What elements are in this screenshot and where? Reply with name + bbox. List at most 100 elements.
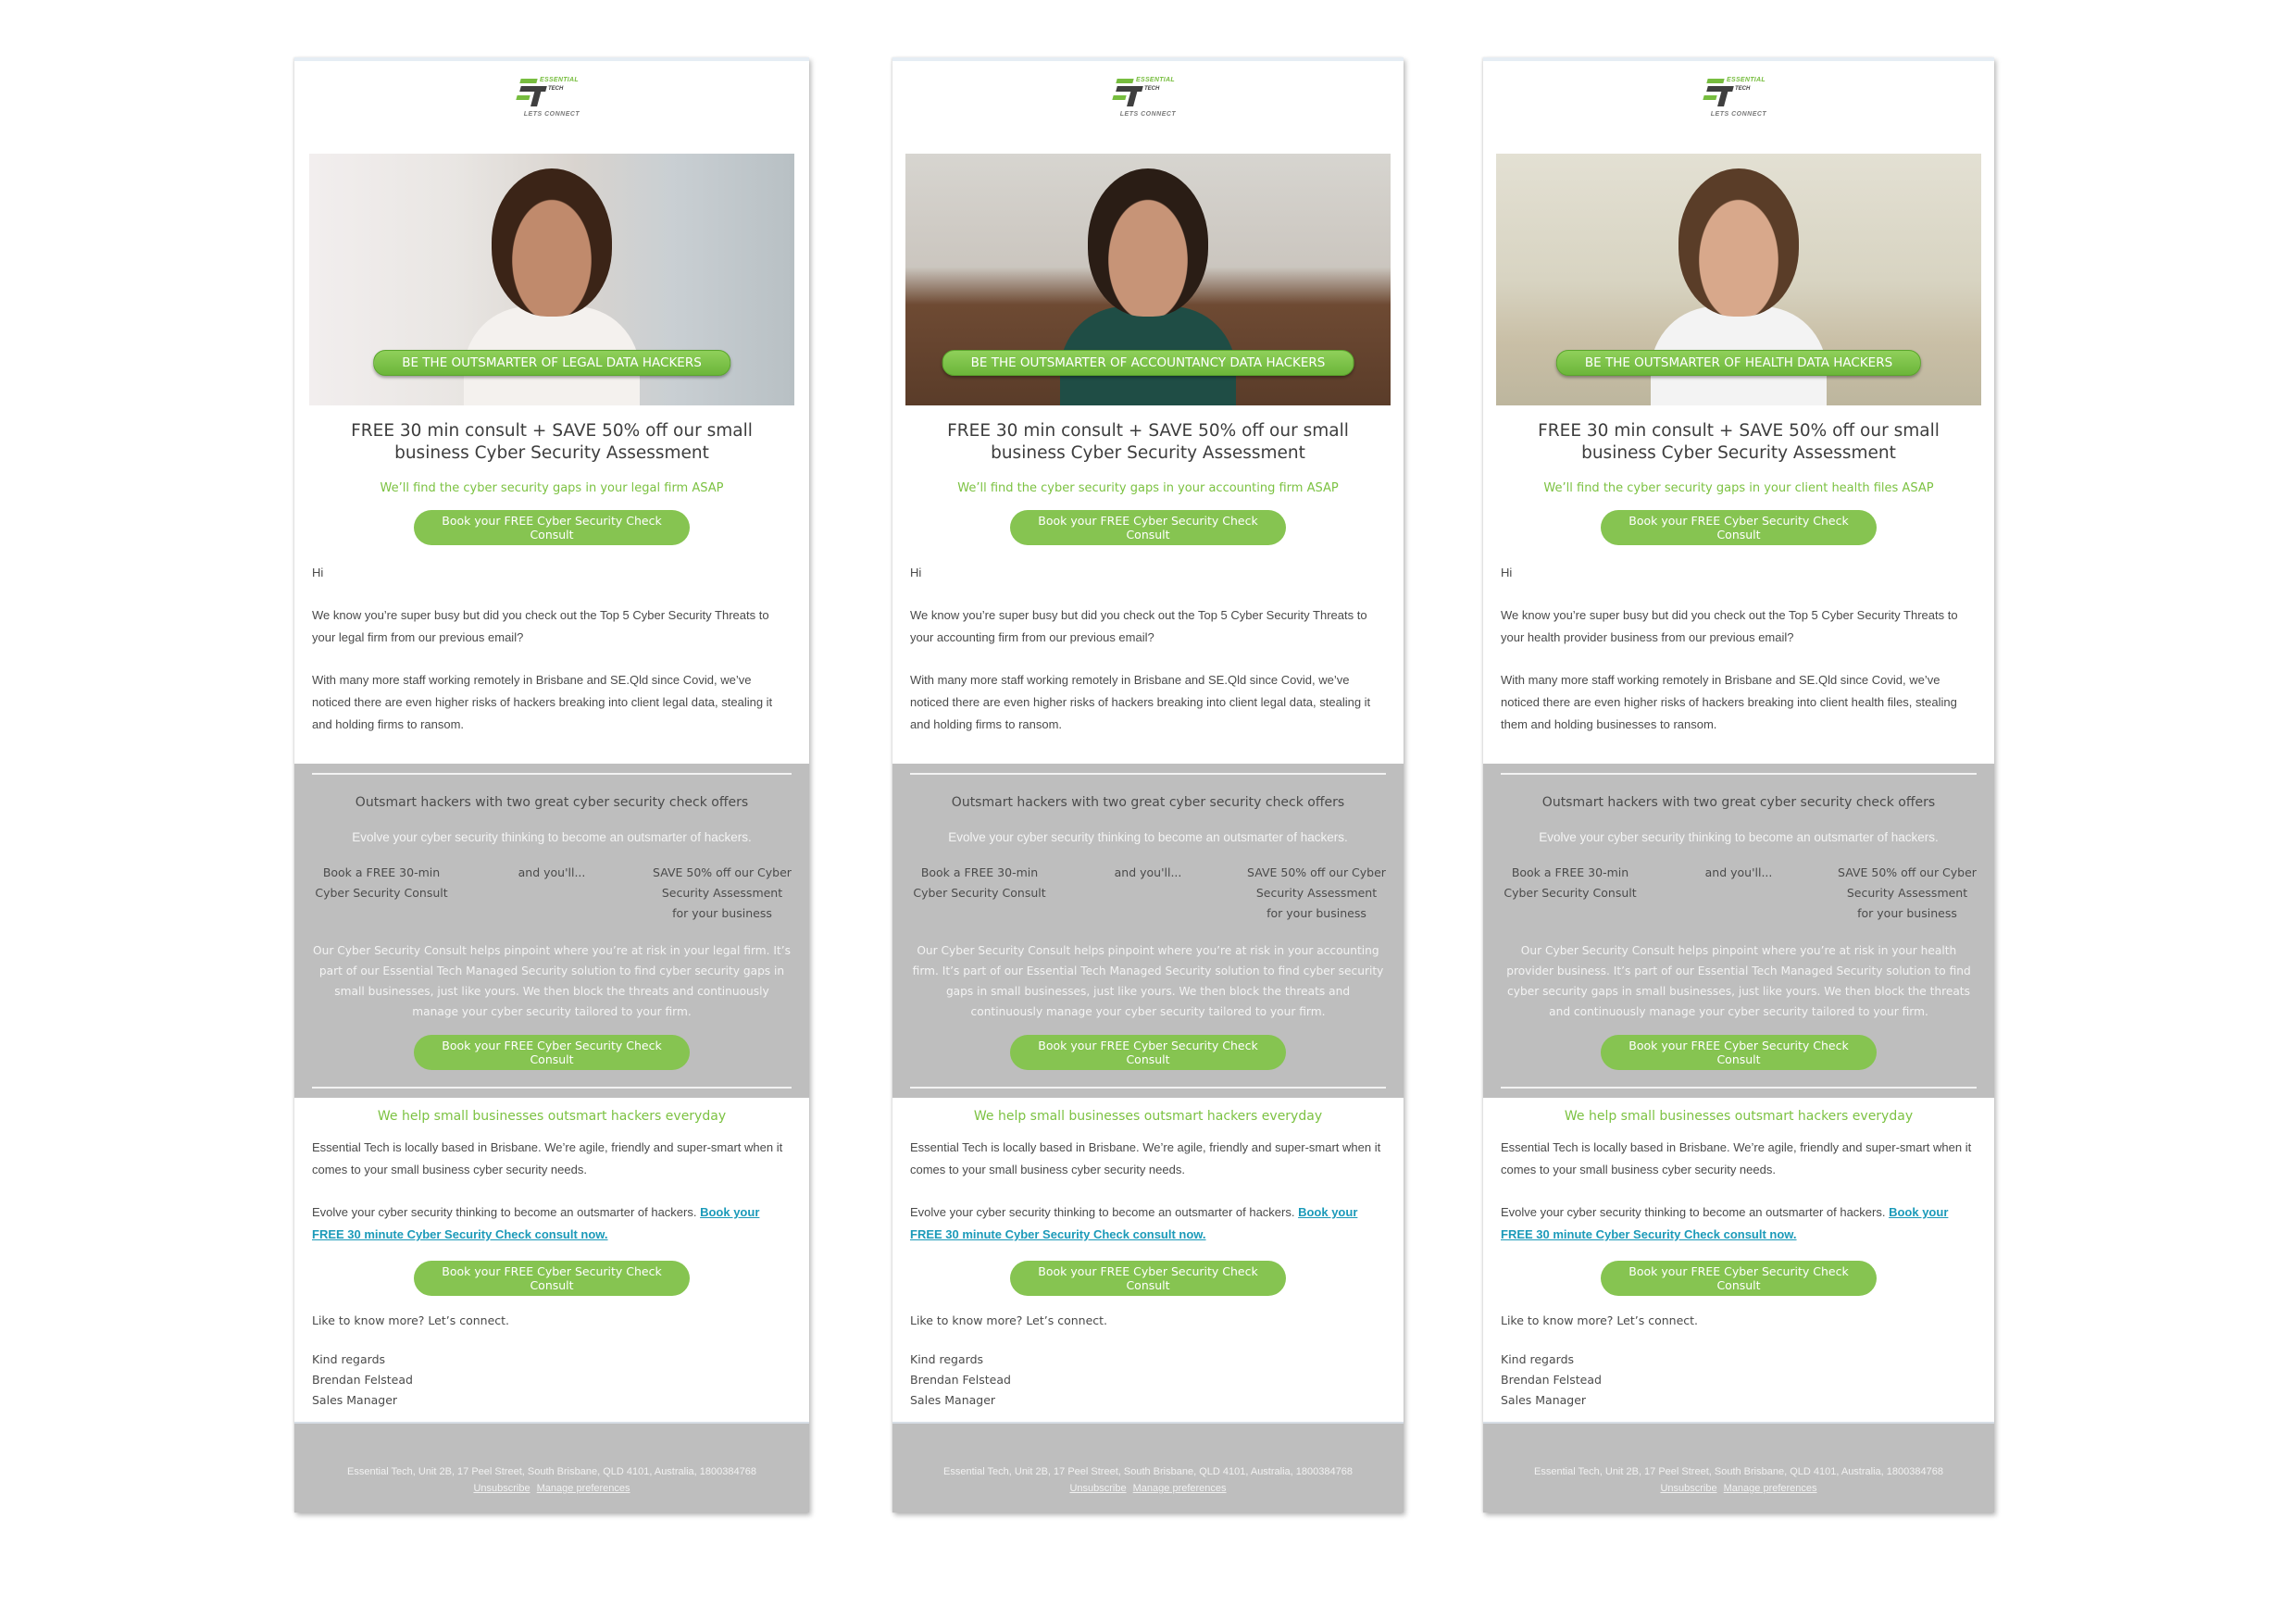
hero-banner-text: BE THE OUTSMARTER OF ACCOUNTANCY DATA HA… xyxy=(942,350,1354,376)
logo-t-icon xyxy=(519,86,547,92)
hero-banner-text: BE THE OUTSMARTER OF HEALTH DATA HACKERS xyxy=(1555,350,1922,376)
offers-row: Book a FREE 30-min Cyber Security Consul… xyxy=(1501,863,1977,924)
logo-word-tech: TECH xyxy=(1144,86,1160,92)
divider xyxy=(910,773,1386,775)
email-footer: Essential Tech, Unit 2B, 17 Peel Street,… xyxy=(1483,1422,1994,1512)
offers-section: Outsmart hackers with two great cyber se… xyxy=(1483,764,1994,1098)
email-subline: We’ll find the cyber security gaps in yo… xyxy=(1543,481,1934,495)
offers-section: Outsmart hackers with two great cyber se… xyxy=(892,764,1404,1098)
offer-free-consult: Book a FREE 30-min Cyber Security Consul… xyxy=(1504,865,1637,900)
evolve-text: Evolve your cyber security thinking to b… xyxy=(1501,1205,1886,1219)
book-consult-button[interactable]: Book your FREE Cyber Security Check Cons… xyxy=(1601,1261,1877,1296)
manage-preferences-link[interactable]: Manage preferences xyxy=(537,1483,630,1494)
offers-title: Outsmart hackers with two great cyber se… xyxy=(1541,795,1936,810)
book-consult-button[interactable]: Book your FREE Cyber Security Check Cons… xyxy=(1010,510,1286,545)
about-title: We help small businesses outsmart hacker… xyxy=(1564,1109,1914,1124)
book-consult-button[interactable]: Book your FREE Cyber Security Check Cons… xyxy=(1601,510,1877,545)
evolve-text: Evolve your cyber security thinking to b… xyxy=(312,1205,697,1219)
about-title: We help small businesses outsmart hacker… xyxy=(377,1109,727,1124)
offer-connector: and you'll... xyxy=(1704,865,1773,879)
intro-paragraph-1: We know you’re super busy but did you ch… xyxy=(910,608,1367,644)
sender-title: Sales Manager xyxy=(312,1393,398,1407)
sender-title: Sales Manager xyxy=(910,1393,996,1407)
logo-word-tech: TECH xyxy=(1735,86,1751,92)
email-subline: We’ll find the cyber security gaps in yo… xyxy=(957,481,1339,495)
offers-section: Outsmart hackers with two great cyber se… xyxy=(294,764,809,1098)
logo-t-icon xyxy=(1116,86,1143,92)
email-preview-card-1: ESSENTIAL TECH LETS CONNECT BE THE OUTSM… xyxy=(294,57,809,1512)
logo-tagline: LETS CONNECT xyxy=(1710,111,1767,118)
offer-connector: and you'll... xyxy=(518,865,586,879)
logo-green-bar-icon xyxy=(519,79,538,83)
greeting: Hi xyxy=(1501,566,1513,579)
unsubscribe-link[interactable]: Unsubscribe xyxy=(1069,1483,1126,1494)
intro-text: Hi We know you’re super busy but did you… xyxy=(294,562,809,736)
evolve-text: Evolve your cyber security thinking to b… xyxy=(910,1205,1295,1219)
greeting: Hi xyxy=(910,566,922,579)
offers-paragraph: Our Cyber Security Consult helps pinpoin… xyxy=(1506,944,1971,1018)
intro-text: Hi We know you’re super busy but did you… xyxy=(1483,562,1994,736)
book-consult-button[interactable]: Book your FREE Cyber Security Check Cons… xyxy=(1010,1261,1286,1296)
about-text: Essential Tech is locally based in Brisb… xyxy=(892,1137,1404,1246)
essential-tech-logo: ESSENTIAL TECH LETS CONNECT xyxy=(515,74,589,124)
divider xyxy=(1501,773,1977,775)
sender-name: Brendan Felstead xyxy=(312,1373,413,1387)
footer-links: Unsubscribe Manage preferences xyxy=(1492,1483,1985,1494)
book-consult-button[interactable]: Book your FREE Cyber Security Check Cons… xyxy=(414,1261,690,1296)
signature: Like to know more? Let’s connect. Kind r… xyxy=(892,1311,1404,1411)
about-text: Essential Tech is locally based in Brisb… xyxy=(294,1137,809,1246)
evolve-paragraph: Evolve your cyber security thinking to b… xyxy=(1501,1201,1977,1246)
offer-free-consult: Book a FREE 30-min Cyber Security Consul… xyxy=(315,865,448,900)
hero-image: BE THE OUTSMARTER OF HEALTH DATA HACKERS xyxy=(1496,154,1981,405)
divider xyxy=(1501,1087,1977,1089)
essential-tech-logo: ESSENTIAL TECH LETS CONNECT xyxy=(1111,74,1185,124)
offers-title: Outsmart hackers with two great cyber se… xyxy=(951,795,1345,810)
hero-person-head xyxy=(492,168,612,317)
footer-address: Essential Tech, Unit 2B, 17 Peel Street,… xyxy=(943,1466,1353,1477)
logo-tagline: LETS CONNECT xyxy=(1119,111,1177,118)
unsubscribe-link[interactable]: Unsubscribe xyxy=(1660,1483,1716,1494)
offers-subtitle: Evolve your cyber security thinking to b… xyxy=(1539,830,1939,844)
book-consult-button[interactable]: Book your FREE Cyber Security Check Cons… xyxy=(1601,1035,1877,1070)
logo-green-bar-icon xyxy=(1116,79,1134,83)
offers-row: Book a FREE 30-min Cyber Security Consul… xyxy=(910,863,1386,924)
offers-row: Book a FREE 30-min Cyber Security Consul… xyxy=(312,863,792,924)
about-text: Essential Tech is locally based in Brisb… xyxy=(1483,1137,1994,1246)
manage-preferences-link[interactable]: Manage preferences xyxy=(1724,1483,1817,1494)
book-consult-button[interactable]: Book your FREE Cyber Security Check Cons… xyxy=(414,1035,690,1070)
footer-links: Unsubscribe Manage preferences xyxy=(304,1483,800,1494)
unsubscribe-link[interactable]: Unsubscribe xyxy=(473,1483,530,1494)
email-footer: Essential Tech, Unit 2B, 17 Peel Street,… xyxy=(294,1422,809,1512)
sender-name: Brendan Felstead xyxy=(910,1373,1011,1387)
email-headline: FREE 30 min consult + SAVE 50% off our s… xyxy=(351,421,753,463)
hero-image: BE THE OUTSMARTER OF ACCOUNTANCY DATA HA… xyxy=(905,154,1391,405)
logo-word-tech: TECH xyxy=(548,86,564,92)
hero-image: BE THE OUTSMARTER OF LEGAL DATA HACKERS xyxy=(309,154,794,405)
book-consult-button[interactable]: Book your FREE Cyber Security Check Cons… xyxy=(414,510,690,545)
hero-person-head xyxy=(1678,168,1799,317)
offer-free-consult: Book a FREE 30-min Cyber Security Consul… xyxy=(913,865,1046,900)
logo-tagline: LETS CONNECT xyxy=(523,111,580,118)
offers-subtitle: Evolve your cyber security thinking to b… xyxy=(948,830,1348,844)
about-paragraph: Essential Tech is locally based in Brisb… xyxy=(312,1140,783,1176)
intro-paragraph-1: We know you’re super busy but did you ch… xyxy=(312,608,769,644)
sign-off: Kind regards xyxy=(910,1352,984,1366)
signature: Like to know more? Let’s connect. Kind r… xyxy=(294,1311,809,1411)
logo-word-essential: ESSENTIAL xyxy=(1727,77,1766,83)
offer-connector: and you'll... xyxy=(1114,865,1182,879)
intro-text: Hi We know you’re super busy but did you… xyxy=(892,562,1404,736)
book-consult-button[interactable]: Book your FREE Cyber Security Check Cons… xyxy=(1010,1035,1286,1070)
logo-t-icon xyxy=(1706,86,1734,92)
footer-links: Unsubscribe Manage preferences xyxy=(902,1483,1394,1494)
intro-paragraph-2: With many more staff working remotely in… xyxy=(1501,673,1957,731)
hero-banner-text: BE THE OUTSMARTER OF LEGAL DATA HACKERS xyxy=(373,350,730,376)
offers-paragraph: Our Cyber Security Consult helps pinpoin… xyxy=(313,944,791,1018)
manage-preferences-link[interactable]: Manage preferences xyxy=(1133,1483,1227,1494)
logo-green-bar-icon xyxy=(1706,79,1725,83)
email-subline: We’ll find the cyber security gaps in yo… xyxy=(380,481,724,495)
connect-text: Like to know more? Let’s connect. xyxy=(312,1313,510,1327)
connect-text: Like to know more? Let’s connect. xyxy=(1501,1313,1699,1327)
footer-address: Essential Tech, Unit 2B, 17 Peel Street,… xyxy=(347,1466,756,1477)
email-headline: FREE 30 min consult + SAVE 50% off our s… xyxy=(947,421,1349,463)
email-preview-card-2: ESSENTIAL TECH LETS CONNECT BE THE OUTSM… xyxy=(892,57,1404,1512)
